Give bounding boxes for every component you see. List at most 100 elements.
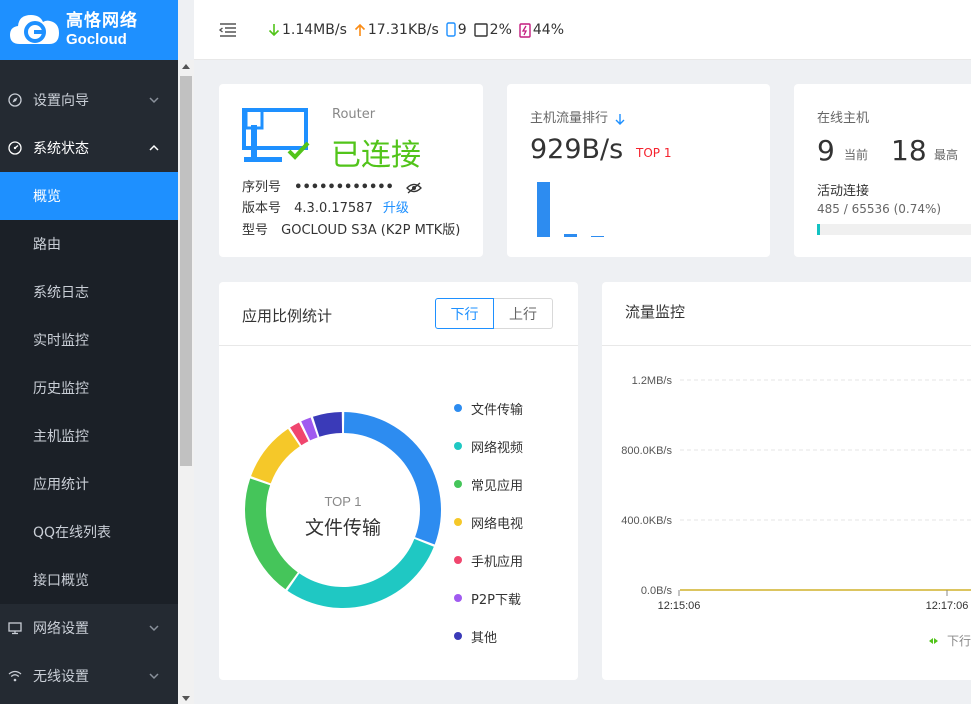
memory-usage-value: 44%	[532, 21, 565, 38]
upgrade-link[interactable]: 升级	[383, 201, 409, 216]
donut-center-tag: TOP 1	[324, 494, 361, 509]
max-hosts-value: 18	[891, 134, 927, 167]
legend-label: 文件传输	[471, 402, 524, 418]
upload-speed: 17.31KB/s	[354, 22, 439, 38]
sidebar-item-label: 接口概览	[33, 573, 89, 589]
legend-label: 网络视频	[471, 440, 524, 456]
sidebar-item-realtime-monitor[interactable]: 实时监控	[0, 316, 178, 364]
sidebar-item-label: 路由	[33, 237, 61, 253]
sidebar-item-overview[interactable]: 概览	[0, 172, 178, 220]
status-stats: 1.14MB/s 17.31KB/s 9 2% 44%	[268, 22, 571, 38]
sidebar-item-history-monitor[interactable]: 历史监控	[0, 364, 178, 412]
legend-item[interactable]: 网络视频	[454, 427, 523, 465]
active-connections-progress-fill	[819, 224, 821, 235]
chevron-up-icon	[149, 144, 159, 151]
sidebar-item-label: 应用统计	[33, 477, 89, 493]
legend-dot-icon	[454, 442, 462, 450]
arrow-down-icon	[268, 23, 280, 36]
upload-speed-value: 17.31KB/s	[367, 21, 439, 38]
current-hosts-value: 9	[817, 134, 835, 167]
sidebar-item-routes[interactable]: 路由	[0, 220, 178, 268]
phone-icon	[446, 22, 456, 37]
x-tick-label: 12:15:06	[658, 600, 701, 612]
donut-slice-网络电视[interactable]	[251, 428, 300, 484]
tab-upload[interactable]: 上行	[494, 298, 553, 329]
y-tick-label: 0.0B/s	[641, 585, 673, 597]
tab-download[interactable]: 下行	[435, 298, 494, 329]
donut-slice-其他[interactable]	[312, 412, 343, 437]
sidebar-item-host-monitor[interactable]: 主机监控	[0, 412, 178, 460]
host-traffic-title-text: 主机流量排行	[530, 111, 609, 126]
legend-item[interactable]: P2P下载	[454, 579, 523, 617]
host-traffic-bar	[537, 182, 550, 237]
top-bar: 1.14MB/s 17.31KB/s 9 2% 44%	[194, 0, 971, 60]
compass-icon	[8, 93, 22, 107]
host-traffic-top-tag: TOP 1	[636, 146, 672, 160]
logo-name-en: Gocloud	[66, 31, 127, 49]
legend-dot-icon	[454, 594, 462, 602]
logo-name-cn: 高恪网络	[66, 10, 138, 31]
legend-download-label[interactable]: 下行	[947, 634, 971, 648]
online-hosts-card: 在线主机 9 当前 18 最高 活动连接 485 / 65536 (0.74%)	[794, 84, 971, 257]
app-legend: 文件传输网络视频常见应用网络电视手机应用 P2P下载 其他	[454, 389, 523, 655]
legend-download-icon	[929, 638, 938, 644]
sidebar-item-wireless-settings[interactable]: 无线设置	[0, 652, 178, 700]
donut-slice-常见应用[interactable]	[245, 478, 298, 590]
host-traffic-card: 主机流量排行 929B/s TOP 1	[507, 84, 770, 257]
sidebar-item-setup-wizard[interactable]: 设置向导	[0, 76, 178, 124]
sidebar-item-label: QQ在线列表	[33, 525, 112, 541]
sidebar-item-label: 网络设置	[33, 621, 89, 637]
current-hosts-label: 当前	[844, 148, 869, 162]
legend-item[interactable]: 常见应用	[454, 465, 523, 503]
host-traffic-title[interactable]: 主机流量排行	[530, 107, 625, 126]
monitor-icon	[8, 621, 22, 635]
sidebar-item-label: 主机监控	[33, 429, 89, 445]
legend-dot-icon	[454, 480, 462, 488]
sidebar-item-qq-online[interactable]: QQ在线列表	[0, 508, 178, 556]
chevron-down-icon	[149, 97, 159, 104]
legend-item[interactable]: 文件传输	[454, 389, 523, 427]
x-tick-label: 12:17:06	[926, 600, 969, 612]
active-connections-value: 485 / 65536 (0.74%)	[817, 202, 942, 216]
traffic-monitor-title: 流量监控	[625, 303, 686, 321]
router-connection-status: 已连接	[331, 138, 421, 173]
host-traffic-bars	[537, 177, 737, 237]
download-speed-value: 1.14MB/s	[282, 21, 347, 38]
legend-item[interactable]: 手机应用	[454, 541, 523, 579]
legend-item[interactable]: 其他	[454, 617, 523, 655]
legend-label: 网络电视	[471, 516, 524, 532]
host-traffic-value: 929B/s	[530, 134, 624, 165]
sidebar-scrollbar[interactable]	[178, 60, 194, 704]
legend-label: 常见应用	[471, 478, 524, 494]
menu-collapse-icon[interactable]	[218, 21, 238, 39]
app-stats-title: 应用比例统计	[242, 307, 333, 325]
active-connections-title: 活动连接	[817, 184, 870, 199]
scroll-thumb[interactable]	[180, 76, 192, 466]
sidebar-item-label: 历史监控	[33, 381, 89, 397]
legend-dot-icon	[454, 556, 462, 564]
eye-hidden-icon[interactable]	[406, 182, 422, 194]
memory-usage: 44%	[519, 22, 564, 38]
sidebar-item-label: 设置向导	[33, 93, 89, 109]
donut-center-name: 文件传输	[305, 517, 381, 539]
sidebar-item-system-status[interactable]: 系统状态	[0, 124, 178, 172]
cpu-usage: 2%	[473, 22, 512, 38]
sidebar-item-interface-overview[interactable]: 接口概览	[0, 556, 178, 604]
sidebar-item-label: 系统日志	[33, 285, 89, 301]
sort-down-icon[interactable]	[615, 113, 625, 125]
logo[interactable]: 高恪网络 Gocloud	[0, 0, 178, 60]
scroll-down-arrow-icon[interactable]	[182, 696, 190, 701]
online-hosts-title: 在线主机	[817, 111, 870, 126]
scroll-up-arrow-icon[interactable]	[182, 64, 190, 69]
sidebar-item-network-settings[interactable]: 网络设置	[0, 604, 178, 652]
donut-slice-网络视频[interactable]	[287, 538, 434, 608]
sidebar-item-label: 无线设置	[33, 669, 89, 685]
sidebar-item-system-log[interactable]: 系统日志	[0, 268, 178, 316]
sidebar-item-label: 实时监控	[33, 333, 89, 349]
router-card: Router 已连接 序列号 •••••••••••• 版本号 4.3.0.17…	[219, 84, 483, 257]
legend-item[interactable]: 网络电视	[454, 503, 523, 541]
chevron-down-icon	[149, 673, 159, 680]
traffic-monitor-header: 流量监控	[602, 282, 971, 346]
sidebar-item-label: 系统状态	[33, 141, 89, 157]
sidebar-item-app-stats[interactable]: 应用统计	[0, 460, 178, 508]
